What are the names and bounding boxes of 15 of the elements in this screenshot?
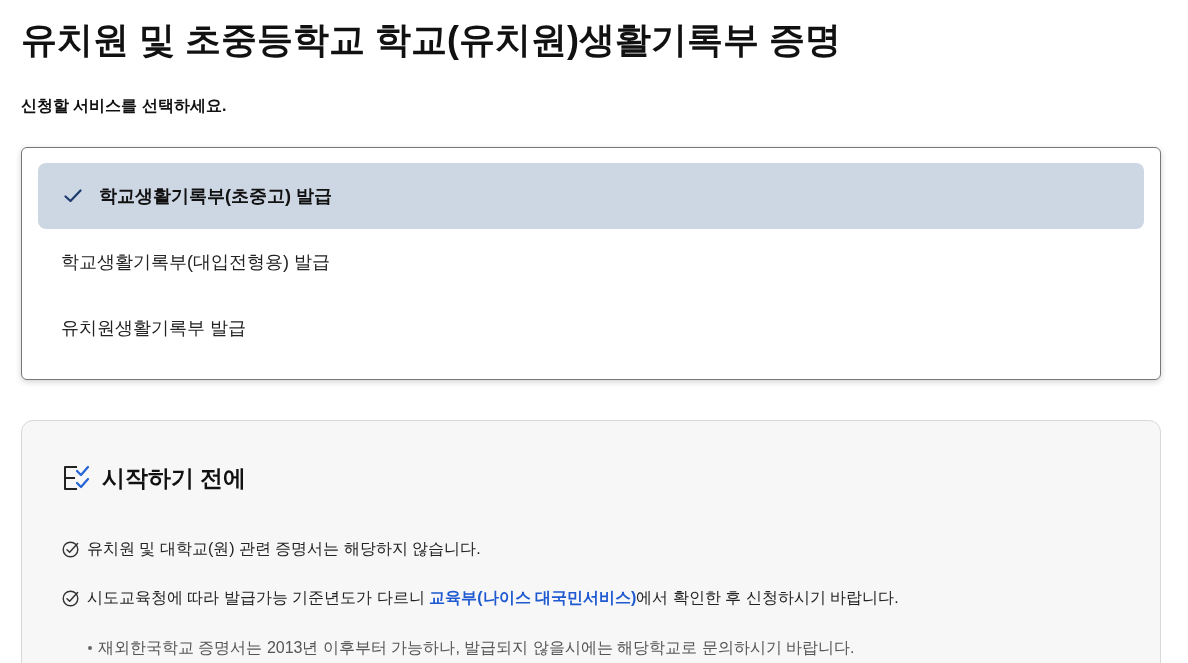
notice-title: 시작하기 전에 xyxy=(102,464,247,493)
notice-text: 시도교육청에 따라 발급가능 기준년도가 다르니 교육부(나이스 대국민서비스)에서 확인한 후 신청하시기 바랍니다. xyxy=(87,588,899,608)
notice-subtext: 재외한국학교 증명서는 2013년 이후부터 가능하나, 발급되지 않을시에는 해당학교로 문의하시기 바랍니다. xyxy=(98,638,855,658)
check-icon xyxy=(64,189,82,203)
service-option[interactable]: 학교생활기록부(대입전형용) 발급 xyxy=(38,229,1144,295)
check-circle-icon xyxy=(62,589,79,607)
service-option[interactable]: 유치원생활기록부 발급 xyxy=(38,295,1144,361)
check-circle-icon xyxy=(62,540,79,558)
page-title: 유치원 및 초중등학교 학교(유치원)생활기록부 증명 xyxy=(21,18,842,62)
notice-text: 유치원 및 대학교(원) 관련 증명서는 해당하지 않습니다. xyxy=(87,539,481,559)
checklist-icon xyxy=(62,465,90,491)
bullet-icon xyxy=(88,646,92,650)
ministry-link[interactable]: 교육부(나이스 대국민서비스) xyxy=(429,589,637,606)
page-subtitle: 신청할 서비스를 선택하세요. xyxy=(21,96,228,116)
service-option[interactable]: 학교생활기록부(초중고) 발급 xyxy=(38,163,1144,229)
